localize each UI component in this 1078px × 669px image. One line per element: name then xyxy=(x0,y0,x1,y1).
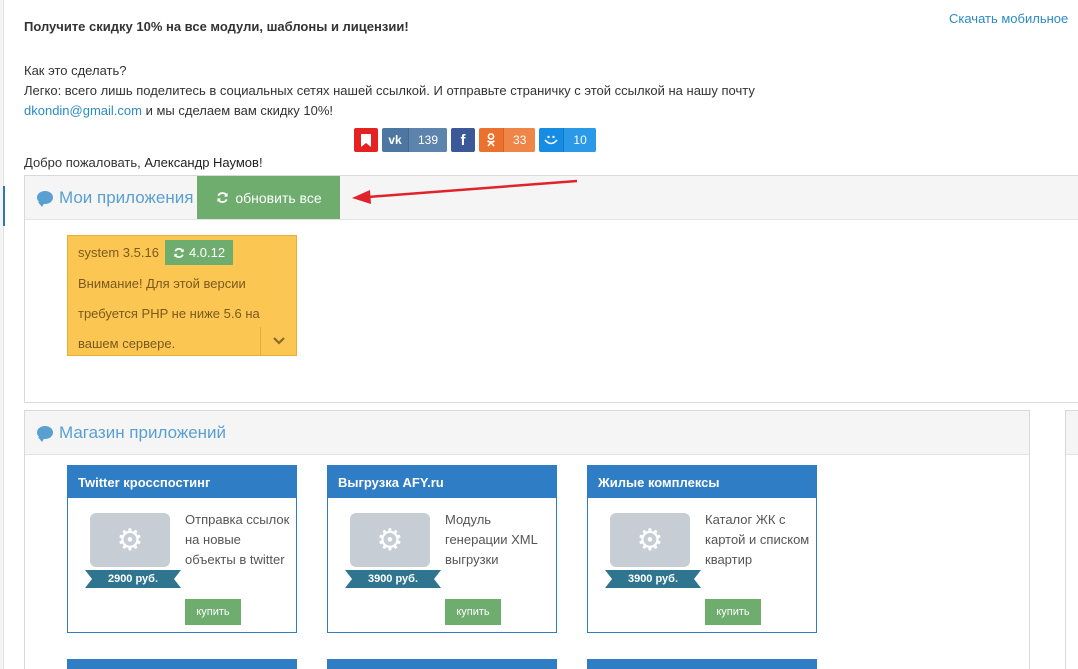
comment-icon xyxy=(37,426,53,442)
user-name: Александр Наумов xyxy=(144,155,259,170)
app-store-header: Магазин приложений xyxy=(25,411,1029,455)
my-apps-panel: Мои приложения обновить все system 3.5.1… xyxy=(24,175,1078,403)
facebook-share-button[interactable]: f xyxy=(451,128,476,152)
odnoklassniki-icon xyxy=(479,128,503,152)
vk-share-count: 139 xyxy=(408,128,448,152)
system-version-line: system 3.5.16 4.0.12 xyxy=(78,240,234,265)
promo-question: Как это сделать? xyxy=(24,63,127,78)
shop-card-description: Отправка ссылок на новые объекты в twitt… xyxy=(185,512,290,567)
shop-card-title[interactable]: Выгрузка AFY.ru xyxy=(328,466,556,498)
side-panel-stub xyxy=(1065,410,1078,669)
shop-card-complexes: Жилые комплексы ⚙ 3900 руб. Каталог ЖК с… xyxy=(587,465,817,633)
vk-share-button[interactable]: vk 139 xyxy=(382,128,448,152)
shop-card-description: Модуль генерации XML выгрузки xyxy=(445,512,538,567)
module-image: ⚙ xyxy=(350,513,430,567)
chevron-down-icon xyxy=(272,337,285,345)
buy-button[interactable]: купить xyxy=(185,599,241,625)
my-apps-header: Мои приложения обновить все xyxy=(25,176,1078,220)
odnoklassniki-share-count: 33 xyxy=(503,128,536,152)
current-version: system 3.5.16 xyxy=(78,245,159,260)
shop-card-next-row xyxy=(67,659,297,669)
my-apps-title: Мои приложения xyxy=(25,188,193,208)
app-store-title-text: Магазин приложений xyxy=(59,422,227,442)
moimir-share-button[interactable]: 10 xyxy=(539,128,596,152)
odnoklassniki-share-button[interactable]: 33 xyxy=(479,128,536,152)
bookmark-share-button[interactable] xyxy=(354,128,378,152)
module-image: ⚙ xyxy=(610,513,690,567)
app-store-title: Магазин приложений xyxy=(25,423,226,443)
my-apps-title-text: Мои приложения xyxy=(59,187,194,207)
refresh-icon xyxy=(174,247,184,258)
promo-email-line: dkondin@gmail.com и мы сделаем вам скидк… xyxy=(24,101,824,121)
left-edge-marker xyxy=(3,186,5,226)
mobile-download-link[interactable]: Скачать мобильное xyxy=(949,11,1068,26)
gear-icon: ⚙ xyxy=(376,523,404,557)
refresh-icon xyxy=(217,192,228,203)
buy-button[interactable]: купить xyxy=(445,599,501,625)
welcome-message: Добро пожаловать, Александр Наумов! xyxy=(24,155,263,170)
bookmark-icon xyxy=(354,128,378,152)
welcome-suffix: ! xyxy=(258,155,263,170)
moimir-icon xyxy=(539,128,563,152)
promo-instructions: Как это сделать? Легко: всего лишь подел… xyxy=(24,61,824,121)
side-panel-header xyxy=(1066,411,1078,455)
price-ribbon: 3900 руб. xyxy=(345,570,441,588)
share-buttons: vk 139 f 33 10 xyxy=(354,128,596,152)
gear-icon: ⚙ xyxy=(636,523,664,557)
shop-card-title[interactable]: Жилые комплексы xyxy=(588,466,816,498)
promo-tail: и мы сделаем вам скидку 10%! xyxy=(141,103,333,118)
shop-card-afy: Выгрузка AFY.ru ⚙ 3900 руб. Модуль генер… xyxy=(327,465,557,633)
welcome-prefix: Добро пожаловать, xyxy=(24,155,145,170)
shop-card-description: Каталог ЖК с картой и списком квартир xyxy=(705,512,810,567)
facebook-icon: f xyxy=(460,131,466,149)
email-link[interactable]: dkondin@gmail.com xyxy=(24,103,142,118)
price-ribbon: 3900 руб. xyxy=(605,570,701,588)
php-warning: Внимание! Для этой версии требуется PHP … xyxy=(78,276,260,351)
left-edge xyxy=(0,0,5,669)
expand-button[interactable] xyxy=(260,327,296,355)
new-version: 4.0.12 xyxy=(188,245,226,260)
promo-title: Получите скидку 10% на все модули, шабло… xyxy=(24,19,409,34)
shop-card-next-row xyxy=(327,659,557,669)
update-version-button[interactable]: 4.0.12 xyxy=(164,240,234,265)
promo-text: Легко: всего лишь поделитесь в социальны… xyxy=(24,83,755,98)
shop-card-next-row xyxy=(587,659,817,669)
shop-card-twitter: Twitter кросспостинг ⚙ 2900 руб. Отправк… xyxy=(67,465,297,633)
buy-button[interactable]: купить xyxy=(705,599,761,625)
update-all-button[interactable]: обновить все xyxy=(197,176,341,219)
module-image: ⚙ xyxy=(90,513,170,567)
app-store-panel: Магазин приложений Twitter кросспостинг … xyxy=(24,410,1030,669)
moimir-share-count: 10 xyxy=(563,128,596,152)
gear-icon: ⚙ xyxy=(116,523,144,557)
price-ribbon: 2900 руб. xyxy=(85,570,181,588)
vk-icon: vk xyxy=(388,133,402,147)
system-app-card: system 3.5.16 4.0.12 Внимание! Для этой … xyxy=(67,235,297,356)
comment-icon xyxy=(37,191,53,207)
shop-card-title[interactable]: Twitter кросспостинг xyxy=(68,466,296,498)
update-all-label: обновить все xyxy=(235,189,322,206)
